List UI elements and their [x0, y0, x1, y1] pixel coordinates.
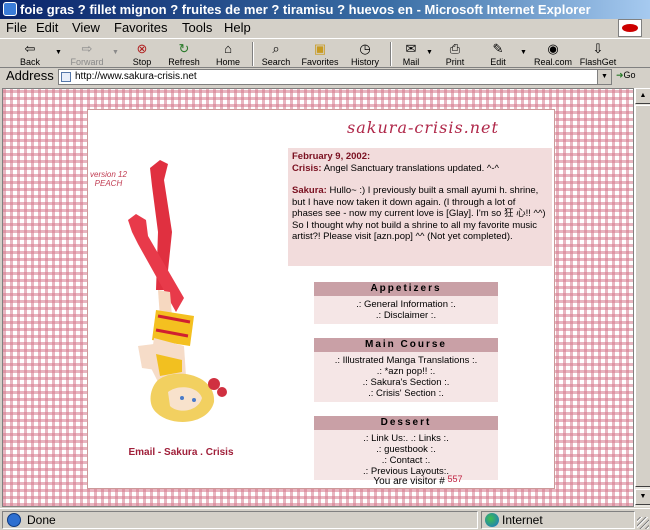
section-dessert: Dessert .: Link Us:. .: Links :. .: gues…: [314, 416, 498, 480]
address-input[interactable]: http://www.sakura-crisis.net ▼: [58, 69, 612, 85]
internet-zone-icon: [485, 513, 499, 527]
history-button[interactable]: ◷ History: [346, 39, 384, 69]
version-label: version 12 PEACH: [90, 170, 127, 188]
link-general-information[interactable]: .: General Information :.: [314, 299, 498, 310]
refresh-button[interactable]: ↻ Refresh: [164, 39, 204, 69]
section-links: .: General Information :. .: Disclaimer …: [314, 296, 498, 324]
address-dropdown-icon[interactable]: ▼: [597, 70, 611, 84]
news-entry-sakura: Sakura: Hullo~ :) I previously built a s…: [292, 185, 546, 242]
menu-tools[interactable]: Tools: [182, 20, 212, 35]
address-url: http://www.sakura-crisis.net: [75, 71, 197, 82]
page-viewport[interactable]: sakura-crisis.net version 12 PEACH Email…: [2, 88, 634, 507]
print-button[interactable]: ⎙ Print: [440, 39, 470, 69]
menu-file[interactable]: File: [6, 20, 27, 35]
flashget-icon: ⇩: [592, 41, 604, 56]
browser-window: foie gras ? fillet mignon ? fruites de m…: [0, 0, 650, 530]
menu-edit[interactable]: Edit: [36, 20, 58, 35]
ie-globe-icon: [7, 513, 21, 527]
news-entry-crisis: Crisis: Angel Sanctuary translations upd…: [292, 162, 499, 174]
scroll-thumb[interactable]: [635, 105, 650, 487]
link-contact[interactable]: .: Contact :.: [314, 455, 498, 466]
back-arrow-icon: ⇦: [24, 41, 36, 56]
section-links: .: Illustrated Manga Translations :. .: …: [314, 352, 498, 402]
toolbar-separator: [390, 42, 392, 66]
forward-dropdown-icon[interactable]: ▼: [112, 49, 119, 56]
link-guestbook[interactable]: .: guestbook :.: [314, 444, 498, 455]
security-zone[interactable]: Internet: [481, 511, 635, 529]
home-button[interactable]: ⌂ Home: [210, 39, 246, 69]
forward-arrow-icon: ⇨: [81, 41, 93, 56]
go-button[interactable]: ➜Go: [616, 70, 636, 81]
back-dropdown-icon[interactable]: ▼: [55, 49, 62, 56]
link-manga-translations[interactable]: .: Illustrated Manga Translations :.: [314, 355, 498, 366]
menu-favorites[interactable]: Favorites: [114, 20, 167, 35]
link-azn-pop[interactable]: .: *azn pop!! :.: [314, 366, 498, 377]
link-disclaimer[interactable]: .: Disclaimer :.: [314, 310, 498, 321]
scroll-down-arrow-icon[interactable]: ▼: [635, 489, 650, 505]
menu-help[interactable]: Help: [224, 20, 251, 35]
realcom-icon: ◉: [547, 41, 559, 56]
email-link[interactable]: Email - Sakura . Crisis: [106, 447, 256, 458]
mail-button[interactable]: ✉ Mail: [396, 39, 426, 69]
status-text-area: Done: [2, 511, 478, 529]
forward-button[interactable]: ⇨ Forward: [64, 39, 110, 69]
home-icon: ⌂: [224, 41, 232, 56]
search-button[interactable]: ⌕ Search: [258, 39, 294, 69]
refresh-icon: ↻: [178, 41, 190, 56]
mail-icon: ✉: [405, 41, 417, 56]
news-date: February 9, 2002:: [292, 151, 371, 162]
title-bar[interactable]: foie gras ? fillet mignon ? fruites de m…: [0, 0, 650, 19]
favorites-button[interactable]: ▣ Favorites: [298, 39, 342, 69]
stop-icon: ⊗: [136, 41, 148, 56]
edit-dropdown-icon[interactable]: ▼: [520, 49, 527, 56]
address-label: Address: [6, 68, 54, 83]
menu-bar: File Edit View Favorites Tools Help: [0, 19, 650, 37]
resize-grip-icon[interactable]: [637, 517, 649, 529]
page-panel: sakura-crisis.net version 12 PEACH Email…: [87, 109, 555, 489]
toolbar-separator: [252, 42, 254, 66]
ie-throbber-icon: [618, 19, 642, 37]
page-icon: [61, 72, 71, 82]
history-icon: ◷: [359, 41, 371, 56]
ie-page-icon: [3, 2, 17, 16]
section-title: Dessert: [314, 416, 498, 430]
zone-label: Internet: [502, 513, 543, 527]
printer-icon: ⎙: [449, 41, 461, 56]
site-title: sakura-crisis.net: [347, 118, 499, 137]
address-bar: Address http://www.sakura-crisis.net ▼ ➜…: [0, 68, 650, 86]
edit-button[interactable]: ✎ Edit: [484, 39, 512, 69]
section-links: .: Link Us:. .: Links :. .: guestbook :.…: [314, 430, 498, 480]
stop-button[interactable]: ⊗ Stop: [124, 39, 160, 69]
status-bar: Done Internet: [0, 508, 650, 530]
visitor-count: 557: [447, 474, 463, 484]
favorites-folder-icon: ▣: [313, 41, 327, 56]
menu-view[interactable]: View: [72, 20, 100, 35]
mail-dropdown-icon[interactable]: ▼: [426, 49, 433, 56]
section-title: Main Course: [314, 338, 498, 352]
window-title: foie gras ? fillet mignon ? fruites de m…: [20, 2, 591, 17]
standard-toolbar: ⇦ Back ▼ ⇨ Forward ▼ ⊗ Stop ↻ Refresh ⌂ …: [0, 38, 650, 68]
link-link-us-links[interactable]: .: Link Us:. .: Links :.: [314, 433, 498, 444]
section-title: Appetizers: [314, 282, 498, 296]
scroll-up-arrow-icon[interactable]: ▲: [635, 88, 650, 104]
status-text: Done: [27, 513, 56, 527]
back-button[interactable]: ⇦ Back: [8, 39, 52, 69]
flashget-button[interactable]: ⇩ FlashGet: [576, 39, 620, 69]
link-crisis-section[interactable]: .: Crisis' Section :.: [314, 388, 498, 399]
search-icon: ⌕: [272, 41, 280, 56]
realcom-button[interactable]: ◉ Real.com: [532, 39, 574, 69]
vertical-scrollbar[interactable]: ▲ ▼: [634, 88, 650, 507]
section-main-course: Main Course .: Illustrated Manga Transla…: [314, 338, 498, 402]
link-sakuras-section[interactable]: .: Sakura's Section :.: [314, 377, 498, 388]
go-arrow-icon: ➜: [616, 70, 624, 80]
news-box: February 9, 2002: Crisis: Angel Sanctuar…: [288, 148, 552, 266]
edit-icon: ✎: [492, 41, 504, 56]
visitor-counter: You are visitor # 557: [373, 474, 463, 487]
section-appetizers: Appetizers .: General Information :. .: …: [314, 282, 498, 324]
